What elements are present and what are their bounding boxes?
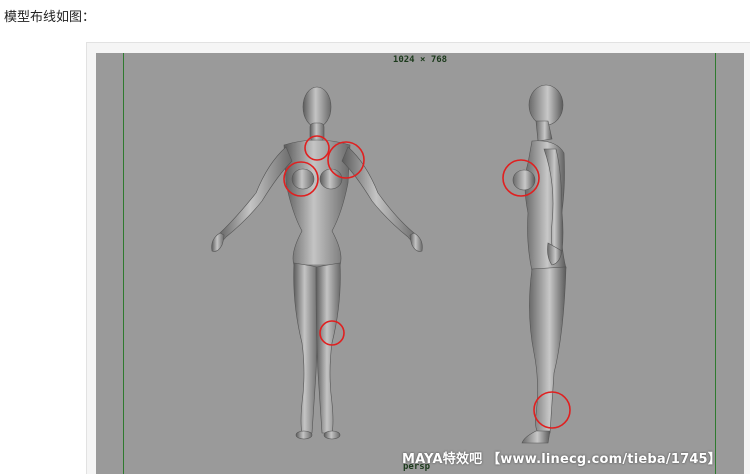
- front-arm-right: [341, 146, 419, 242]
- front-torso: [283, 139, 351, 266]
- side-view-figure: [512, 84, 567, 444]
- front-head: [302, 86, 332, 128]
- front-view-figure: [211, 86, 423, 440]
- side-feet: [521, 430, 551, 444]
- front-leg-left: [293, 262, 319, 434]
- post-caption: 模型布线如图：: [4, 10, 96, 25]
- page: 模型布线如图： 1024 × 768 MAYA特效吧 【www.linecg.c…: [0, 0, 750, 474]
- maya-viewport-image: 1024 × 768 MAYA特效吧 【www.linecg.com/tieba…: [96, 53, 744, 474]
- front-leg-right: [315, 262, 341, 434]
- side-breast: [512, 169, 536, 191]
- front-breast-left: [291, 168, 315, 190]
- front-foot-right: [323, 430, 341, 440]
- front-neck: [309, 122, 325, 142]
- front-breast-right: [319, 168, 343, 190]
- front-arm-left: [215, 146, 293, 242]
- front-foot-left: [295, 430, 313, 440]
- front-hand-right: [409, 232, 423, 252]
- side-legs: [529, 266, 567, 434]
- watermark-text: MAYA特效吧 【www.linecg.com/tieba/1745】: [402, 452, 722, 467]
- front-hand-left: [211, 232, 225, 252]
- camera-label: persp: [403, 462, 431, 472]
- side-head: [528, 84, 564, 126]
- model-figures: [211, 84, 571, 444]
